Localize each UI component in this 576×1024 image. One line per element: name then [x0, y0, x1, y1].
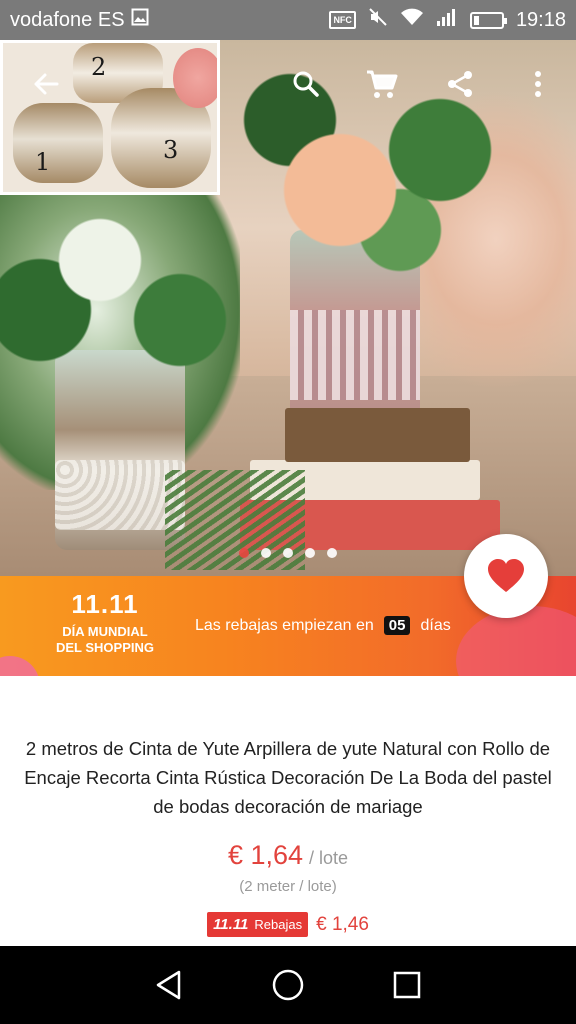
sale-price-row: 11.11 Rebajas € 1,46: [0, 912, 576, 937]
pagination-dot-1[interactable]: [239, 548, 249, 558]
sale-badge-mark: 11.11: [213, 916, 249, 933]
battery-level: [473, 15, 479, 25]
nav-home-icon: [272, 969, 304, 1001]
wifi-icon: [400, 7, 424, 33]
sale-badge-label: Rebajas: [254, 917, 303, 932]
product-info: 2 metros de Cinta de Yute Arpillera de y…: [0, 676, 576, 946]
more-options-button[interactable]: [518, 64, 558, 104]
countdown-prefix: Las rebajas empiezan en: [195, 616, 374, 634]
search-button[interactable]: [286, 64, 326, 104]
banner-decoration-left: [0, 656, 40, 676]
back-button[interactable]: [28, 66, 64, 102]
singles-day-logo: 11.11 DÍA MUNDIAL DEL SHOPPING: [55, 590, 155, 656]
pagination-dot-2[interactable]: [261, 548, 271, 558]
product-image-gallery[interactable]: 1 2 3: [0, 40, 576, 576]
pagination-dot-5[interactable]: [327, 548, 337, 558]
nav-back-button[interactable]: [149, 965, 189, 1005]
photo-bouquet-left: [0, 200, 260, 400]
pagination-dot-3[interactable]: [283, 548, 293, 558]
inset-number-2: 2: [91, 53, 107, 81]
mute-icon: [368, 7, 388, 33]
photo-lace-ribbon-right: [290, 310, 420, 400]
status-bar: vodafone ES NFC 19:18: [0, 0, 576, 40]
sale-badge: 11.11 Rebajas: [207, 912, 309, 937]
countdown-suffix: días: [420, 616, 451, 634]
cart-icon: [367, 70, 398, 98]
nfc-icon: NFC: [329, 11, 356, 29]
ribbon-roll-1: [13, 103, 103, 183]
heart-icon: [488, 559, 524, 592]
status-right: NFC 19:18: [329, 7, 566, 33]
wishlist-button[interactable]: [464, 534, 548, 618]
image-notification-icon: [131, 8, 149, 32]
battery-icon: [469, 11, 507, 29]
pagination-dot-4[interactable]: [305, 548, 315, 558]
inset-ribbon-photo: 1 2 3: [0, 40, 220, 195]
nav-recents-button[interactable]: [387, 965, 427, 1005]
inset-number-1: 1: [35, 148, 51, 176]
product-title: 2 metros de Cinta de Yute Arpillera de y…: [24, 738, 552, 817]
nav-recents-icon: [393, 971, 420, 999]
clock: 19:18: [515, 8, 566, 31]
system-navigation-bar: [0, 946, 576, 1024]
photo-book-brown: [285, 408, 470, 462]
countdown-days-value: 05: [383, 616, 411, 635]
logo-mark: 11.11: [71, 589, 139, 619]
rose-decoration: [173, 48, 217, 108]
price-row: € 1,64/ lote: [0, 840, 576, 871]
carrier-name: vodafone ES: [10, 8, 125, 31]
signal-icon: [436, 7, 458, 33]
sale-countdown: Las rebajas empiezan en 05 días: [195, 616, 451, 635]
screen: vodafone ES NFC 19:18 1 2 3 11.11 DÍA MU…: [0, 0, 576, 1024]
lot-size: (2 meter / lote): [239, 878, 337, 895]
price-unit: / lote: [309, 848, 349, 868]
inset-number-3: 3: [163, 136, 179, 164]
search-icon: [293, 71, 319, 97]
nav-home-button[interactable]: [268, 965, 308, 1005]
logo-line-2: DEL SHOPPING: [55, 640, 154, 655]
share-button[interactable]: [440, 64, 480, 104]
logo-line-1: DÍA MUNDIAL: [62, 624, 148, 639]
status-left: vodafone ES: [10, 8, 149, 32]
nav-back-icon: [157, 970, 181, 1000]
sale-price: € 1,46: [316, 913, 369, 935]
cart-button[interactable]: [362, 64, 402, 104]
product-price: € 1,64: [227, 840, 304, 870]
back-arrow-icon: [34, 73, 59, 95]
share-icon: [448, 71, 472, 97]
more-vert-icon: [535, 71, 541, 97]
